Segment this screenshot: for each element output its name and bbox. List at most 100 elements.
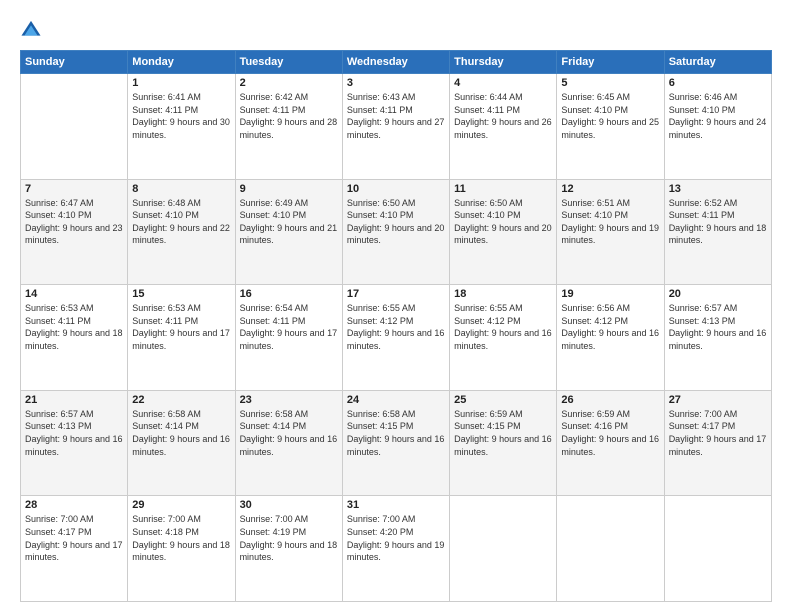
calendar-cell: 22 Sunrise: 6:58 AM Sunset: 4:14 PM Dayl… xyxy=(128,390,235,496)
day-number: 19 xyxy=(561,288,659,300)
cell-info: Sunrise: 7:00 AM Sunset: 4:17 PM Dayligh… xyxy=(669,408,767,458)
cell-info: Sunrise: 6:43 AM Sunset: 4:11 PM Dayligh… xyxy=(347,91,445,141)
calendar-cell: 23 Sunrise: 6:58 AM Sunset: 4:14 PM Dayl… xyxy=(235,390,342,496)
calendar-cell: 13 Sunrise: 6:52 AM Sunset: 4:11 PM Dayl… xyxy=(664,179,771,285)
calendar-cell: 27 Sunrise: 7:00 AM Sunset: 4:17 PM Dayl… xyxy=(664,390,771,496)
calendar-cell: 15 Sunrise: 6:53 AM Sunset: 4:11 PM Dayl… xyxy=(128,285,235,391)
calendar-cell: 21 Sunrise: 6:57 AM Sunset: 4:13 PM Dayl… xyxy=(21,390,128,496)
calendar-cell: 20 Sunrise: 6:57 AM Sunset: 4:13 PM Dayl… xyxy=(664,285,771,391)
day-number: 6 xyxy=(669,77,767,89)
calendar-cell: 3 Sunrise: 6:43 AM Sunset: 4:11 PM Dayli… xyxy=(342,74,449,180)
day-number: 31 xyxy=(347,499,445,511)
cell-info: Sunrise: 6:48 AM Sunset: 4:10 PM Dayligh… xyxy=(132,197,230,247)
cell-info: Sunrise: 6:54 AM Sunset: 4:11 PM Dayligh… xyxy=(240,302,338,352)
cell-info: Sunrise: 6:50 AM Sunset: 4:10 PM Dayligh… xyxy=(454,197,552,247)
weekday-header-thursday: Thursday xyxy=(450,51,557,74)
calendar-cell: 18 Sunrise: 6:55 AM Sunset: 4:12 PM Dayl… xyxy=(450,285,557,391)
day-number: 14 xyxy=(25,288,123,300)
cell-info: Sunrise: 6:47 AM Sunset: 4:10 PM Dayligh… xyxy=(25,197,123,247)
calendar-cell: 19 Sunrise: 6:56 AM Sunset: 4:12 PM Dayl… xyxy=(557,285,664,391)
cell-info: Sunrise: 6:42 AM Sunset: 4:11 PM Dayligh… xyxy=(240,91,338,141)
logo xyxy=(20,18,46,40)
cell-info: Sunrise: 7:00 AM Sunset: 4:19 PM Dayligh… xyxy=(240,513,338,563)
week-row: 1 Sunrise: 6:41 AM Sunset: 4:11 PM Dayli… xyxy=(21,74,772,180)
calendar-cell: 29 Sunrise: 7:00 AM Sunset: 4:18 PM Dayl… xyxy=(128,496,235,602)
day-number: 24 xyxy=(347,394,445,406)
day-number: 11 xyxy=(454,183,552,195)
weekday-header-monday: Monday xyxy=(128,51,235,74)
logo-icon xyxy=(20,18,42,40)
calendar-cell xyxy=(557,496,664,602)
calendar-cell: 16 Sunrise: 6:54 AM Sunset: 4:11 PM Dayl… xyxy=(235,285,342,391)
calendar-cell: 11 Sunrise: 6:50 AM Sunset: 4:10 PM Dayl… xyxy=(450,179,557,285)
calendar-cell xyxy=(664,496,771,602)
day-number: 18 xyxy=(454,288,552,300)
weekday-header-friday: Friday xyxy=(557,51,664,74)
header xyxy=(20,18,772,40)
cell-info: Sunrise: 6:57 AM Sunset: 4:13 PM Dayligh… xyxy=(669,302,767,352)
calendar-cell: 1 Sunrise: 6:41 AM Sunset: 4:11 PM Dayli… xyxy=(128,74,235,180)
week-row: 21 Sunrise: 6:57 AM Sunset: 4:13 PM Dayl… xyxy=(21,390,772,496)
day-number: 12 xyxy=(561,183,659,195)
cell-info: Sunrise: 6:49 AM Sunset: 4:10 PM Dayligh… xyxy=(240,197,338,247)
page: SundayMondayTuesdayWednesdayThursdayFrid… xyxy=(0,0,792,612)
cell-info: Sunrise: 6:50 AM Sunset: 4:10 PM Dayligh… xyxy=(347,197,445,247)
day-number: 15 xyxy=(132,288,230,300)
calendar-cell: 12 Sunrise: 6:51 AM Sunset: 4:10 PM Dayl… xyxy=(557,179,664,285)
cell-info: Sunrise: 6:58 AM Sunset: 4:14 PM Dayligh… xyxy=(132,408,230,458)
cell-info: Sunrise: 6:44 AM Sunset: 4:11 PM Dayligh… xyxy=(454,91,552,141)
day-number: 22 xyxy=(132,394,230,406)
calendar-cell: 10 Sunrise: 6:50 AM Sunset: 4:10 PM Dayl… xyxy=(342,179,449,285)
calendar-cell: 14 Sunrise: 6:53 AM Sunset: 4:11 PM Dayl… xyxy=(21,285,128,391)
cell-info: Sunrise: 7:00 AM Sunset: 4:18 PM Dayligh… xyxy=(132,513,230,563)
day-number: 13 xyxy=(669,183,767,195)
cell-info: Sunrise: 7:00 AM Sunset: 4:17 PM Dayligh… xyxy=(25,513,123,563)
day-number: 23 xyxy=(240,394,338,406)
calendar-cell: 31 Sunrise: 7:00 AM Sunset: 4:20 PM Dayl… xyxy=(342,496,449,602)
calendar-cell: 25 Sunrise: 6:59 AM Sunset: 4:15 PM Dayl… xyxy=(450,390,557,496)
day-number: 21 xyxy=(25,394,123,406)
calendar-cell xyxy=(450,496,557,602)
weekday-header-sunday: Sunday xyxy=(21,51,128,74)
day-number: 3 xyxy=(347,77,445,89)
cell-info: Sunrise: 6:53 AM Sunset: 4:11 PM Dayligh… xyxy=(132,302,230,352)
calendar-cell: 8 Sunrise: 6:48 AM Sunset: 4:10 PM Dayli… xyxy=(128,179,235,285)
calendar-cell: 26 Sunrise: 6:59 AM Sunset: 4:16 PM Dayl… xyxy=(557,390,664,496)
cell-info: Sunrise: 6:58 AM Sunset: 4:15 PM Dayligh… xyxy=(347,408,445,458)
day-number: 9 xyxy=(240,183,338,195)
day-number: 29 xyxy=(132,499,230,511)
day-number: 2 xyxy=(240,77,338,89)
calendar-cell: 5 Sunrise: 6:45 AM Sunset: 4:10 PM Dayli… xyxy=(557,74,664,180)
calendar-cell xyxy=(21,74,128,180)
weekday-header-saturday: Saturday xyxy=(664,51,771,74)
day-number: 27 xyxy=(669,394,767,406)
day-number: 16 xyxy=(240,288,338,300)
cell-info: Sunrise: 6:51 AM Sunset: 4:10 PM Dayligh… xyxy=(561,197,659,247)
day-number: 8 xyxy=(132,183,230,195)
cell-info: Sunrise: 6:56 AM Sunset: 4:12 PM Dayligh… xyxy=(561,302,659,352)
cell-info: Sunrise: 6:57 AM Sunset: 4:13 PM Dayligh… xyxy=(25,408,123,458)
day-number: 7 xyxy=(25,183,123,195)
calendar-table: SundayMondayTuesdayWednesdayThursdayFrid… xyxy=(20,50,772,602)
cell-info: Sunrise: 6:53 AM Sunset: 4:11 PM Dayligh… xyxy=(25,302,123,352)
cell-info: Sunrise: 6:59 AM Sunset: 4:15 PM Dayligh… xyxy=(454,408,552,458)
weekday-header-tuesday: Tuesday xyxy=(235,51,342,74)
week-row: 7 Sunrise: 6:47 AM Sunset: 4:10 PM Dayli… xyxy=(21,179,772,285)
day-number: 28 xyxy=(25,499,123,511)
day-number: 20 xyxy=(669,288,767,300)
weekday-header-wednesday: Wednesday xyxy=(342,51,449,74)
cell-info: Sunrise: 6:46 AM Sunset: 4:10 PM Dayligh… xyxy=(669,91,767,141)
day-number: 5 xyxy=(561,77,659,89)
cell-info: Sunrise: 7:00 AM Sunset: 4:20 PM Dayligh… xyxy=(347,513,445,563)
cell-info: Sunrise: 6:55 AM Sunset: 4:12 PM Dayligh… xyxy=(347,302,445,352)
calendar-cell: 7 Sunrise: 6:47 AM Sunset: 4:10 PM Dayli… xyxy=(21,179,128,285)
week-row: 14 Sunrise: 6:53 AM Sunset: 4:11 PM Dayl… xyxy=(21,285,772,391)
day-number: 26 xyxy=(561,394,659,406)
calendar-cell: 4 Sunrise: 6:44 AM Sunset: 4:11 PM Dayli… xyxy=(450,74,557,180)
calendar-cell: 30 Sunrise: 7:00 AM Sunset: 4:19 PM Dayl… xyxy=(235,496,342,602)
cell-info: Sunrise: 6:55 AM Sunset: 4:12 PM Dayligh… xyxy=(454,302,552,352)
day-number: 30 xyxy=(240,499,338,511)
day-number: 4 xyxy=(454,77,552,89)
day-number: 17 xyxy=(347,288,445,300)
calendar-cell: 17 Sunrise: 6:55 AM Sunset: 4:12 PM Dayl… xyxy=(342,285,449,391)
